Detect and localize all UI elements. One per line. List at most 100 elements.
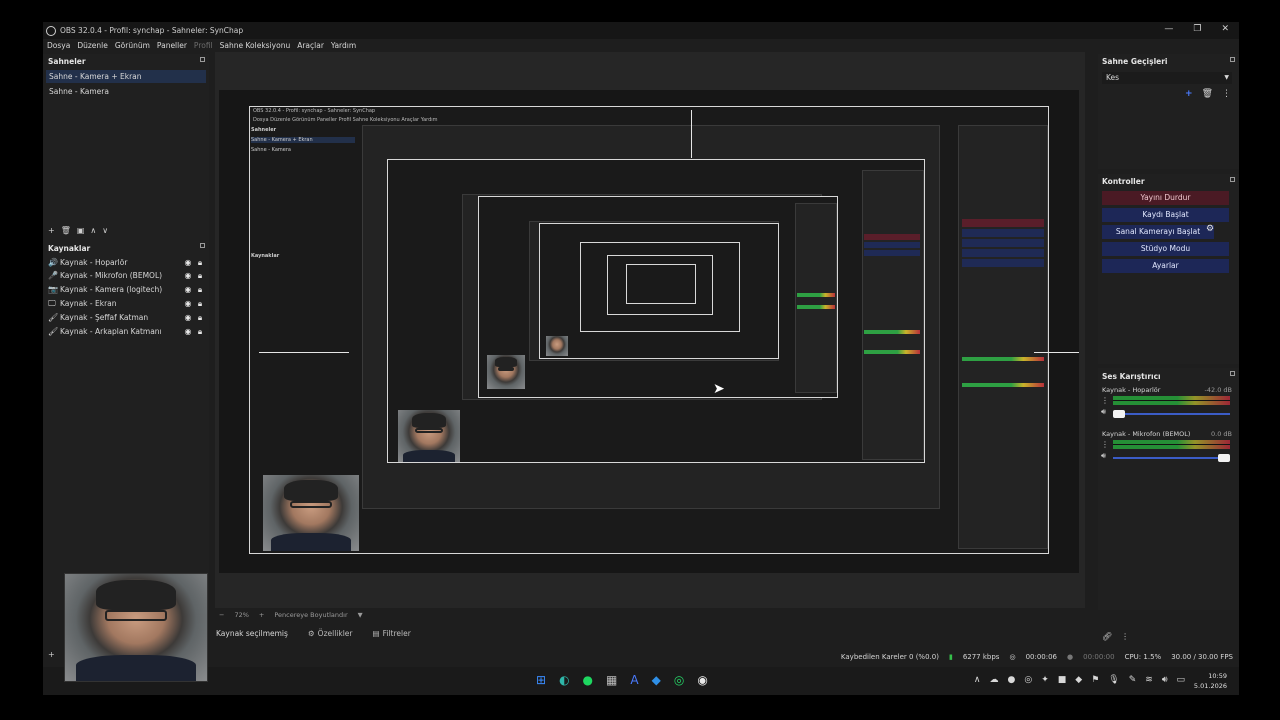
source-label: Kaynak - Arkaplan Katmanı [60, 327, 162, 336]
volume-slider-knob[interactable] [1218, 454, 1230, 462]
scene-item-kamera-ekran[interactable]: Sahne - Kamera + Ekran [46, 70, 206, 83]
link-icon[interactable]: 🔗︎ [1102, 632, 1112, 641]
menu-file[interactable]: Dosya [47, 41, 70, 50]
lock-icon[interactable]: 🔒︎ [194, 327, 206, 337]
volume-icon[interactable]: 🔊︎ [1162, 675, 1168, 685]
transition-select[interactable]: Kes ▼ [1102, 72, 1232, 84]
menu-edit[interactable]: Düzenle [77, 41, 108, 50]
zoom-out-icon[interactable]: − [219, 611, 224, 619]
preview-canvas[interactable]: OBS 32.0.4 - Profil: synchap - Sahneler:… [219, 90, 1079, 573]
menu-tools[interactable]: Araçlar [297, 41, 324, 50]
start-virtualcam-button[interactable]: Sanal Kamerayı Başlat [1102, 225, 1214, 239]
obs-taskbar-icon[interactable]: ◉ [697, 673, 707, 687]
speaker-mute-icon[interactable]: 🔊︎ [1101, 407, 1106, 417]
text-editor-icon[interactable]: A [630, 673, 638, 687]
source-item[interactable]: 🖵 Kaynak - Ekran ◉ 🔒︎ [48, 297, 206, 310]
virtualcam-settings-gear-icon[interactable]: ⚙ [1206, 224, 1214, 234]
speaker-mute-icon[interactable]: 🔊︎ [1101, 451, 1106, 461]
source-item[interactable]: 🖌 Kaynak - Şeffaf Katman ◉ 🔒︎ [48, 311, 206, 324]
dock-undock-icon[interactable] [1230, 177, 1235, 182]
minimize-button[interactable]: — [1164, 24, 1173, 34]
source-item[interactable]: 🎤 Kaynak - Mikrofon (BEMOL) ◉ 🔒︎ [48, 269, 206, 282]
visibility-eye-icon[interactable]: ◉ [182, 313, 194, 322]
volume-slider[interactable] [1113, 454, 1230, 462]
visibility-eye-icon[interactable]: ◉ [182, 258, 194, 267]
add-transition-icon[interactable]: + [1185, 89, 1193, 99]
lock-icon[interactable]: 🔒︎ [194, 313, 206, 323]
tray-app-icon[interactable]: ☁ [990, 675, 999, 685]
microphone-icon[interactable]: 🎙︎ [1108, 675, 1119, 685]
pen-icon[interactable]: ✎ [1129, 675, 1137, 685]
channel-menu-icon[interactable]: ⋮ [1101, 396, 1109, 405]
more-options-icon[interactable]: ⋮ [1222, 89, 1231, 99]
clock[interactable]: 10:59 5.01.2026 [1194, 671, 1227, 691]
clock-time: 10:59 [1208, 672, 1227, 680]
add-scene-icon[interactable]: + [48, 226, 55, 235]
menu-profile[interactable]: Profil [194, 41, 213, 50]
zoom-in-icon[interactable]: + [259, 611, 264, 619]
properties-button[interactable]: ⚙ Özellikler [308, 629, 353, 638]
scene-item-kamera[interactable]: Sahne - Kamera [46, 85, 206, 98]
move-down-icon[interactable]: ∨ [102, 226, 108, 235]
settings-button[interactable]: Ayarlar [1102, 259, 1229, 273]
whatsapp-icon[interactable]: ◎ [674, 673, 684, 687]
browser-icon[interactable]: ◐ [559, 673, 569, 687]
menu-docks[interactable]: Paneller [157, 41, 187, 50]
notes-icon[interactable]: ▦ [606, 673, 617, 687]
dock-undock-icon[interactable] [1230, 371, 1235, 376]
volume-slider-knob[interactable] [1113, 410, 1125, 418]
scenes-toolbar: + 🗑 ▣ ∧ ∨ [48, 226, 108, 235]
nested-stop-button [962, 219, 1044, 227]
tray-app-icon[interactable]: ✦ [1041, 675, 1049, 685]
spotify-icon[interactable]: ● [583, 673, 593, 687]
remove-scene-icon[interactable]: 🗑 [61, 226, 71, 235]
fit-to-window[interactable]: Pencereye Boyutlandır [274, 611, 347, 619]
guide-line [259, 352, 349, 353]
dock-undock-icon[interactable] [1230, 57, 1235, 62]
more-options-icon[interactable]: ⋮ [1121, 632, 1129, 641]
close-button[interactable]: ✕ [1221, 24, 1229, 34]
visibility-eye-icon[interactable]: ◉ [182, 271, 194, 280]
menu-scene-collection[interactable]: Sahne Koleksiyonu [220, 41, 291, 50]
source-item[interactable]: 📷 Kaynak - Kamera (logitech) ◉ 🔒︎ [48, 283, 206, 296]
move-up-icon[interactable]: ∧ [90, 226, 96, 235]
context-bar: Kaynak seçilmemiş ⚙ Özellikler ▤ Filtreler [215, 625, 1085, 642]
menu-help[interactable]: Yardım [331, 41, 356, 50]
nested-webcam-4 [487, 355, 525, 389]
dock-undock-icon[interactable] [200, 243, 205, 248]
visibility-eye-icon[interactable]: ◉ [182, 299, 194, 308]
tray-app-icon[interactable]: ◆ [1075, 675, 1082, 685]
lock-icon[interactable]: 🔒︎ [194, 271, 206, 281]
visibility-eye-icon[interactable]: ◉ [182, 285, 194, 294]
menu-view[interactable]: Görünüm [115, 41, 150, 50]
speaker-icon: 🔊 [48, 258, 58, 267]
battery-icon[interactable]: ▭ [1176, 675, 1185, 685]
wifi-icon[interactable]: ≋ [1145, 675, 1153, 685]
channel-menu-icon[interactable]: ⋮ [1101, 440, 1109, 449]
stop-stream-button[interactable]: Yayını Durdur [1102, 191, 1229, 205]
tray-app-icon[interactable]: ■ [1058, 675, 1067, 685]
tray-expand-icon[interactable]: ∧ [974, 675, 981, 685]
dock-undock-icon[interactable] [200, 57, 205, 62]
tray-app-icon[interactable]: ⚑ [1091, 675, 1099, 685]
source-item[interactable]: 🔊 Kaynak - Hoparlör ◉ 🔒︎ [48, 256, 206, 269]
lock-icon[interactable]: 🔒︎ [194, 258, 206, 268]
tray-app-icon[interactable]: ● [1008, 675, 1016, 685]
source-label: Kaynak - Ekran [60, 299, 117, 308]
windows-start-icon[interactable]: ⊞ [536, 673, 546, 687]
lock-icon[interactable]: 🔒︎ [194, 285, 206, 295]
filters-button[interactable]: ▤ Filtreler [373, 629, 411, 638]
scene-filters-icon[interactable]: ▣ [77, 226, 85, 235]
volume-slider[interactable] [1113, 410, 1230, 418]
maximize-button[interactable]: ❐ [1193, 24, 1201, 34]
fit-dropdown-icon[interactable]: ▼ [358, 611, 363, 619]
tray-app-icon[interactable]: ◎ [1024, 675, 1032, 685]
lock-icon[interactable]: 🔒︎ [194, 299, 206, 309]
vscode-icon[interactable]: ◆ [652, 673, 661, 687]
start-record-button[interactable]: Kaydı Başlat [1102, 208, 1229, 222]
source-item[interactable]: 🖌 Kaynak - Arkaplan Katmanı ◉ 🔒︎ [48, 325, 206, 338]
transitions-title: Sahne Geçişleri [1102, 57, 1168, 66]
visibility-eye-icon[interactable]: ◉ [182, 327, 194, 336]
remove-transition-icon[interactable]: 🗑 [1202, 89, 1213, 99]
studio-mode-button[interactable]: Stüdyo Modu [1102, 242, 1229, 256]
